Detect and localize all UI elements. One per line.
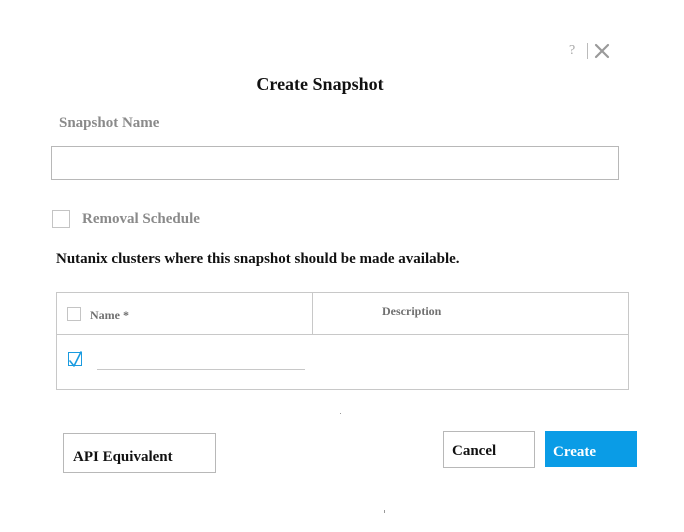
removal-schedule-checkbox[interactable] [52,210,70,228]
cluster-name-input[interactable] [97,353,305,370]
column-divider [312,293,313,335]
removal-schedule-row[interactable]: Removal Schedule [52,210,200,228]
cancel-button[interactable]: Cancel [443,431,535,468]
dialog-title: Create Snapshot [256,74,384,94]
removal-schedule-label: Removal Schedule [82,210,200,227]
dialog-header-icons: ? [569,42,611,60]
select-all-checkbox[interactable] [67,307,81,321]
table-header: Name * Description [57,293,628,335]
table-row [57,335,628,389]
checkmark-icon [69,351,82,367]
column-header-name[interactable]: Name * [90,308,129,323]
close-icon[interactable] [593,42,611,60]
row-checkbox[interactable] [68,351,82,367]
header-divider [587,43,589,59]
stray-pixel [384,510,385,513]
help-icon[interactable]: ? [569,42,575,60]
create-button[interactable]: Create [545,431,637,467]
stray-pixel [340,413,341,414]
clusters-heading: Nutanix clusters where this snapshot sho… [56,251,460,267]
snapshot-name-label: Snapshot Name [59,115,160,131]
clusters-table: Name * Description [56,292,629,390]
column-header-description[interactable]: Description [382,304,441,319]
api-equivalent-button[interactable]: API Equivalent [63,433,216,473]
create-snapshot-dialog: ? Create Snapshot Snapshot Name Removal … [0,0,684,532]
snapshot-name-input[interactable] [51,146,619,180]
